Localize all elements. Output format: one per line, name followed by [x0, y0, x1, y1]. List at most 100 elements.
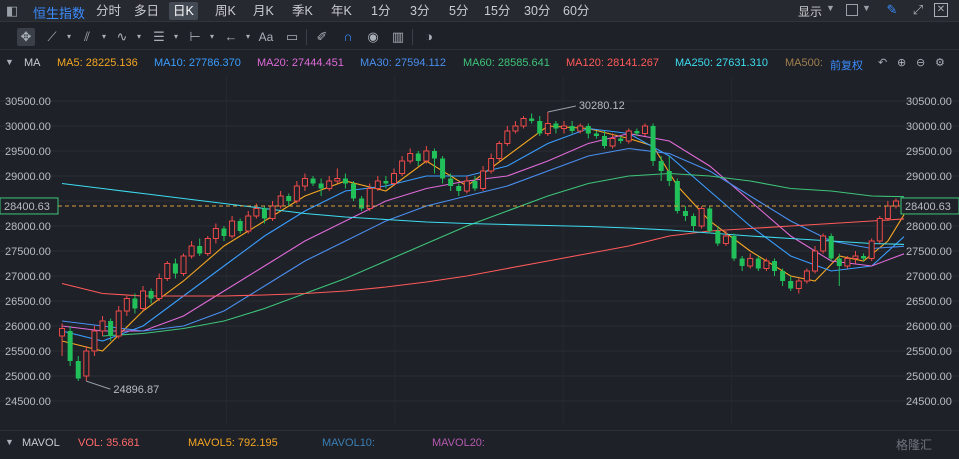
candle[interactable] — [310, 176, 316, 186]
candle[interactable] — [180, 253, 187, 277]
collapse-icon[interactable]: ◧ — [6, 3, 22, 19]
candle[interactable] — [780, 268, 786, 287]
candle[interactable] — [269, 201, 276, 221]
candle[interactable] — [91, 326, 98, 356]
candle[interactable] — [359, 196, 365, 211]
candle[interactable] — [237, 218, 243, 234]
candle[interactable] — [553, 121, 559, 134]
candle[interactable] — [488, 153, 495, 174]
remove-icon[interactable]: ⊖ — [916, 56, 925, 69]
chevron-down-icon[interactable]: ▼ — [862, 3, 871, 13]
tab-30min[interactable]: 30分 — [520, 2, 554, 20]
tab-15min[interactable]: 15分 — [480, 2, 514, 20]
candle[interactable] — [139, 286, 147, 311]
candle[interactable] — [707, 206, 713, 234]
candle[interactable] — [641, 123, 648, 137]
candle[interactable] — [75, 356, 81, 381]
candle[interactable] — [698, 206, 705, 229]
symbol-name[interactable]: 恒生指数 — [33, 3, 85, 22]
candle[interactable] — [512, 121, 519, 134]
chevron-down-icon[interactable]: ▾ — [203, 28, 221, 46]
candle[interactable] — [480, 166, 487, 191]
mavol-label[interactable]: MAVOL — [22, 437, 60, 449]
candle[interactable] — [504, 126, 511, 146]
chevron-down-icon[interactable]: ▾ — [239, 28, 257, 46]
candle[interactable] — [674, 178, 680, 214]
candle[interactable] — [828, 233, 834, 262]
candle[interactable] — [892, 198, 899, 209]
magnet-icon[interactable]: ∩ — [339, 28, 357, 46]
tab-60min[interactable]: 60分 — [559, 2, 593, 20]
candle[interactable] — [496, 141, 503, 161]
candle[interactable] — [560, 121, 568, 134]
candle[interactable] — [286, 193, 292, 207]
comment-icon[interactable]: ▭ — [283, 28, 301, 46]
candle[interactable] — [650, 123, 656, 167]
candle[interactable] — [609, 133, 616, 149]
candle[interactable] — [197, 238, 203, 257]
candle[interactable] — [374, 176, 381, 191]
close-icon[interactable]: ✕ — [934, 3, 948, 17]
chevron-down-icon[interactable]: ▼ — [826, 3, 835, 13]
add-icon[interactable]: ⊕ — [897, 56, 906, 69]
chevron-down-icon[interactable]: ▾ — [60, 28, 78, 46]
trash-icon[interactable]: ▥ — [389, 28, 407, 46]
kline-chart[interactable]: 30500.0030000.0029500.0029000.0028500.00… — [0, 76, 959, 424]
candle[interactable] — [83, 346, 90, 382]
candle[interactable] — [326, 176, 333, 191]
tab-quarterly-k[interactable]: 季K — [288, 2, 317, 20]
candle[interactable] — [544, 111, 551, 136]
candle[interactable] — [99, 316, 106, 336]
chevron-down-icon[interactable]: ▾ — [167, 28, 185, 46]
tab-5min[interactable]: 5分 — [445, 2, 472, 20]
tab-multiday[interactable]: 多日 — [130, 2, 163, 20]
tab-monthly-k[interactable]: 月K — [249, 2, 278, 20]
candle[interactable] — [229, 216, 236, 239]
candle[interactable] — [132, 293, 138, 314]
checkbox[interactable] — [846, 4, 858, 16]
arrow-left-icon[interactable]: ← — [222, 28, 240, 46]
expand-icon[interactable]: ⤢ — [910, 2, 926, 18]
candle[interactable] — [820, 233, 827, 254]
tab-3min[interactable]: 3分 — [406, 2, 433, 20]
candle[interactable] — [431, 148, 437, 174]
candle[interactable] — [415, 151, 421, 166]
candle[interactable] — [67, 326, 73, 366]
candle[interactable] — [423, 146, 430, 164]
toggle-icon[interactable]: ◑ — [420, 28, 438, 46]
candle[interactable] — [456, 183, 462, 197]
tab-1min[interactable]: 1分 — [367, 2, 394, 20]
candle[interactable] — [569, 121, 575, 134]
candle[interactable] — [884, 201, 891, 221]
candle[interactable] — [682, 206, 688, 221]
candle[interactable] — [463, 176, 470, 194]
candle[interactable] — [795, 278, 802, 294]
candle[interactable] — [399, 156, 406, 176]
candle[interactable] — [115, 306, 122, 339]
candle[interactable] — [261, 206, 267, 224]
tab-weekly-k[interactable]: 周K — [211, 2, 240, 20]
undo-icon[interactable]: ↶ — [878, 56, 887, 69]
candle[interactable] — [747, 253, 754, 269]
candle[interactable] — [350, 181, 357, 201]
candle[interactable] — [788, 276, 794, 291]
candle[interactable] — [318, 178, 324, 197]
candle[interactable] — [204, 236, 211, 256]
candle[interactable] — [625, 128, 632, 144]
candle[interactable] — [771, 258, 778, 277]
tab-daily-k[interactable]: 日K — [169, 2, 198, 20]
gear-icon[interactable]: ⚙ — [935, 56, 945, 69]
display-menu[interactable]: 显示 — [798, 3, 822, 20]
chevron-down-icon[interactable]: ▾ — [95, 28, 113, 46]
candle[interactable] — [293, 181, 300, 204]
candle[interactable] — [876, 216, 883, 244]
candle[interactable] — [245, 211, 252, 234]
tab-yearly-k[interactable]: 年K — [327, 2, 356, 20]
tab-intraday[interactable]: 分时 — [92, 2, 125, 20]
text-tool-icon[interactable]: Aa — [257, 28, 275, 46]
candle[interactable] — [852, 251, 859, 264]
fibonacci-icon[interactable]: ☰ — [150, 28, 168, 46]
chevron-down-icon[interactable]: ▼ — [5, 57, 14, 67]
candle[interactable] — [803, 268, 810, 284]
adjust-mode[interactable]: 前复权 — [830, 57, 863, 73]
